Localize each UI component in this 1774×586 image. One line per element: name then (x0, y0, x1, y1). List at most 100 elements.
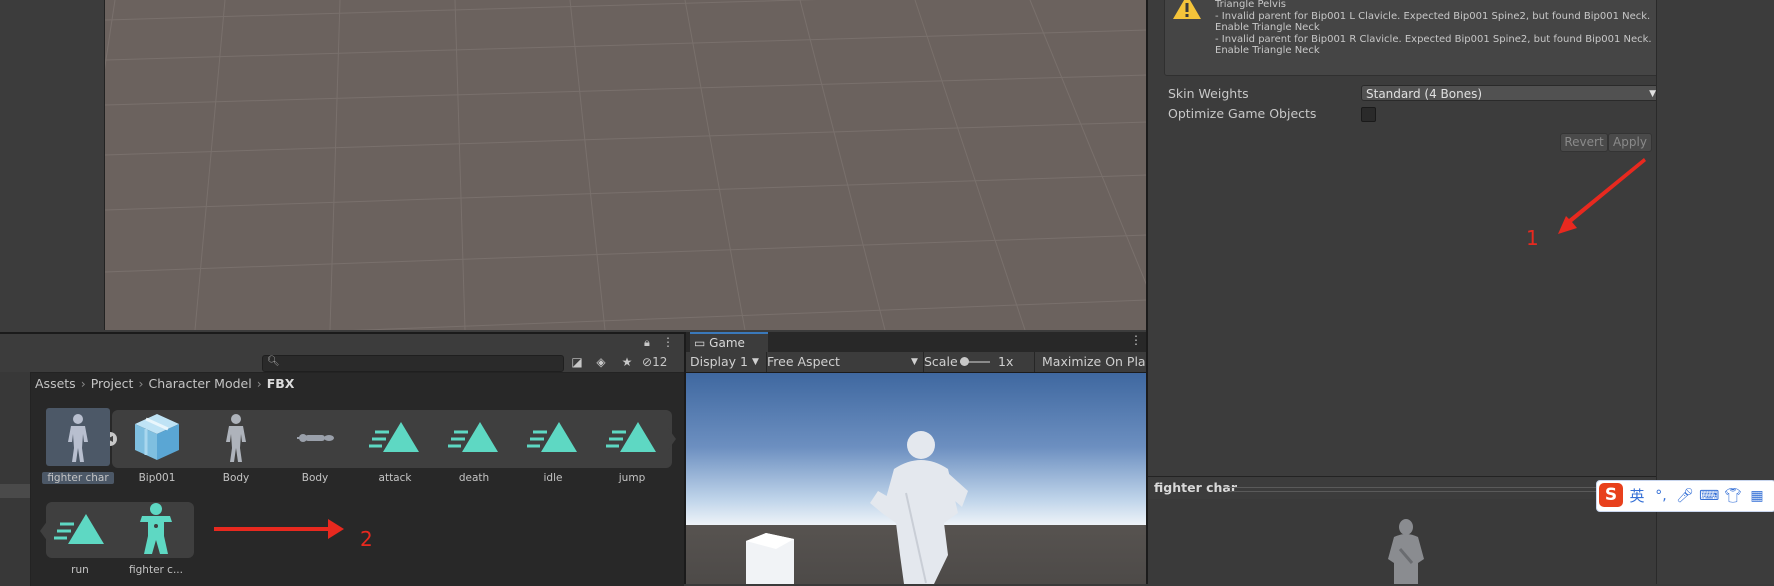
game-toolbar: Display 1 ▼ Free Aspect ▼ Scale 1x Maxim… (686, 352, 1153, 373)
warning-message: Triangle Pelvis - Invalid parent for Bip… (1215, 0, 1652, 56)
animation-clip-icon (521, 408, 585, 466)
game-viewport[interactable] (686, 373, 1148, 584)
favorite-star-icon[interactable]: ★ (618, 354, 636, 370)
project-folder-tree[interactable] (0, 372, 31, 586)
asset-fighter-char[interactable]: fighter char (42, 408, 114, 484)
breadcrumb-separator: › (256, 376, 262, 391)
project-toolbar: 🔒︎ ⋮ 🔍︎ ◪ ◈ ★ ⊘12 (0, 334, 684, 373)
preview-character (1388, 519, 1424, 584)
revert-button[interactable]: Revert (1560, 133, 1608, 152)
mesh-icon (283, 408, 347, 466)
skin-weights-value: Standard (4 Bones) (1366, 87, 1483, 101)
skin-shirt-icon[interactable]: 👕︎ (1723, 486, 1743, 506)
character-model-icon (204, 408, 268, 466)
game-render (746, 431, 968, 584)
game-tab-bar: ▭ Game ⋮ (686, 332, 1148, 354)
lock-icon[interactable]: 🔒︎ (644, 336, 650, 350)
asset-label: attack (378, 472, 412, 484)
chevron-down-icon: ▼ (911, 357, 918, 367)
search-input[interactable]: 🔍︎ (262, 355, 564, 372)
scale-value: 1x (998, 354, 1014, 369)
warning-box: Triangle Pelvis - Invalid parent for Bip… (1164, 0, 1662, 76)
gamepad-icon: ▭ (694, 336, 706, 350)
annotation-label-1: 1 (1526, 226, 1539, 250)
chevron-down-icon: ▼ (752, 357, 759, 367)
ime-toolbar[interactable]: S 英 °, 🎤︎ ⌨ 👕︎ ▦ (1596, 480, 1774, 512)
scale-label: Scale (924, 354, 958, 369)
optimize-game-objects-checkbox[interactable] (1361, 107, 1376, 122)
aspect-value: Free Aspect (767, 354, 840, 369)
scene-viewport[interactable] (104, 0, 1147, 330)
asset-fighter-avatar[interactable]: fighter c... (120, 500, 192, 576)
skin-weights-dropdown[interactable]: Standard (4 Bones) ▼ (1361, 85, 1661, 101)
breadcrumb-project[interactable]: Project (91, 376, 134, 391)
keyboard-icon[interactable]: ⌨ (1699, 486, 1719, 506)
asset-label: Body (301, 472, 329, 484)
microphone-icon[interactable]: 🎤︎ (1675, 486, 1695, 506)
asset-label: Body (222, 472, 250, 484)
display-dropdown[interactable]: Display 1 ▼ (686, 352, 767, 372)
kebab-menu-icon[interactable]: ⋮ (1130, 333, 1142, 347)
asset-run[interactable]: run (44, 500, 116, 576)
ime-language-toggle[interactable]: 英 (1627, 486, 1647, 506)
chevron-down-icon: ▼ (1649, 89, 1656, 99)
prefab-cube-icon (125, 408, 189, 466)
optimize-game-objects-label: Optimize Game Objects (1168, 106, 1317, 121)
asset-attack[interactable]: attack (359, 408, 431, 484)
breadcrumb: Assets › Project › Character Model › FBX (35, 376, 294, 394)
game-panel: ▭ Game ⋮ Display 1 ▼ Free Aspect ▼ Scale… (684, 332, 1153, 584)
tab-game-label: Game (709, 336, 745, 350)
asset-label: run (71, 564, 89, 576)
tab-game[interactable]: ▭ Game (690, 332, 768, 354)
asset-body-model[interactable]: Body (200, 408, 272, 484)
scale-thumb[interactable] (960, 357, 969, 366)
breadcrumb-fbx[interactable]: FBX (267, 376, 295, 391)
asset-label: fighter c... (129, 564, 183, 576)
label-tag-icon[interactable]: ◈ (592, 354, 610, 370)
folder-tree-selection (0, 484, 30, 498)
asset-idle[interactable]: idle (517, 408, 589, 484)
asset-death[interactable]: death (438, 408, 510, 484)
asset-body-mesh[interactable]: Body (279, 408, 351, 484)
preview-header[interactable]: fighter char (1148, 476, 1658, 500)
annotation-label-2: 2 (360, 527, 373, 551)
asset-label: Bip001 (138, 472, 176, 484)
maximize-on-play-toggle[interactable]: Maximize On Pla (1038, 352, 1153, 372)
asset-label: idle (543, 472, 563, 484)
maximize-label: Maximize On Pla (1042, 354, 1146, 369)
asset-label: jump (618, 472, 646, 484)
character-model-icon (46, 408, 110, 466)
eye-off-icon: ⊘ (642, 355, 653, 369)
avatar-icon (124, 500, 188, 558)
preview-drag-handle[interactable] (1228, 487, 1642, 492)
skin-weights-label: Skin Weights (1168, 86, 1249, 101)
animation-clip-icon (363, 408, 427, 466)
preview-title: fighter char (1154, 480, 1237, 495)
asset-bip001[interactable]: Bip001 (121, 408, 193, 484)
warning-icon (1173, 0, 1201, 19)
apply-button[interactable]: Apply (1608, 133, 1652, 152)
animation-clip-icon (48, 500, 112, 558)
search-icon: 🔍︎ (267, 356, 280, 367)
asset-label: fighter char (42, 472, 114, 484)
model-preview[interactable] (1148, 499, 1658, 584)
asset-label: death (458, 472, 490, 484)
annotation-arrow-2 (214, 519, 344, 539)
group-end-marker (668, 428, 676, 450)
project-panel: 🔒︎ ⋮ 🔍︎ ◪ ◈ ★ ⊘12 Assets › Project › Charact… (0, 332, 684, 586)
asset-jump[interactable]: jump (596, 408, 668, 484)
annotation-arrow-1 (1558, 158, 1646, 234)
hidden-packages-toggle[interactable]: ⊘12 (642, 355, 667, 369)
breadcrumb-separator: › (138, 376, 144, 391)
aspect-dropdown[interactable]: Free Aspect ▼ (763, 352, 924, 372)
punctuation-icon[interactable]: °, (1651, 486, 1671, 506)
sogou-logo-icon[interactable]: S (1599, 483, 1623, 507)
create-filter-icon[interactable]: ◪ (568, 354, 586, 370)
breadcrumb-assets[interactable]: Assets (35, 376, 76, 391)
grid-menu-icon[interactable]: ▦ (1747, 486, 1767, 506)
scale-slider[interactable]: Scale 1x (920, 352, 1035, 372)
breadcrumb-character-model[interactable]: Character Model (148, 376, 251, 391)
hidden-count: 12 (652, 355, 668, 369)
inspector-panel: Triangle Pelvis - Invalid parent for Bip… (1146, 0, 1662, 584)
kebab-menu-icon[interactable]: ⋮ (662, 335, 674, 349)
